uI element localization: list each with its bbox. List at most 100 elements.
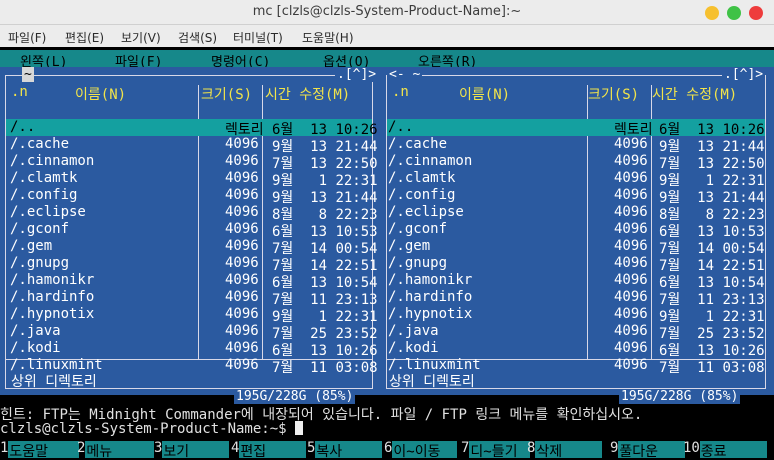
menu-help[interactable]: 도움말(H) [302, 29, 354, 46]
file-row[interactable]: /.hypnotix 4096 9월 1 22:31 [6, 306, 378, 325]
file-row[interactable]: /.cinnamon 4096 7월 13 22:50 [387, 153, 765, 172]
right-panel[interactable]: <- ~ .[^]> .n 이름(N) 크기(S) 시간 수정(M) /.. 렉토… [381, 67, 774, 404]
file-row[interactable]: /.cache 4096 9월 13 21:44 [6, 136, 378, 155]
file-name: /.. [388, 119, 414, 135]
right-disk-usage: 195G/228G (85%) [619, 389, 741, 404]
fkey-7[interactable]: 7 디~들기 [461, 440, 535, 458]
file-row[interactable]: /.. 렉토리 6월 13 10:26 [387, 119, 765, 138]
file-size: 4096 [225, 306, 259, 322]
file-row[interactable]: /.config 4096 9월 13 21:44 [387, 187, 765, 206]
shell-prompt[interactable]: clzls@clzls-System-Product-Name:~$ [0, 421, 774, 437]
file-name: /.hardinfo [10, 289, 95, 305]
file-row[interactable]: /.. 렉토리 6월 13 10:26 [6, 119, 378, 138]
left-panel-status: 상위 디렉토리 [11, 374, 97, 390]
file-name: /.hamonikr [10, 272, 95, 288]
fkey-label: 이~이동 [392, 441, 458, 458]
file-name: /.gnupg [10, 255, 70, 271]
fkey-10[interactable]: 10 종료 [683, 440, 767, 458]
file-size: 4096 [225, 170, 259, 186]
menu-search[interactable]: 검색(S) [178, 29, 217, 46]
file-row[interactable]: /.hamonikr 4096 6월 13 10:54 [6, 272, 378, 291]
file-name: /.clamtk [388, 170, 456, 186]
function-key-bar: 1 도움말 2 메뉴 3 보기 4 편집 5 복사 6 이~이동 7 디~들기 8 삭제 9 풀다운 10 종료 [0, 440, 774, 458]
file-name: /.gconf [388, 221, 448, 237]
file-row[interactable]: /.eclipse 4096 8월 8 22:23 [387, 204, 765, 223]
col-header-n[interactable]: .n [392, 84, 409, 100]
right-panel-indicator[interactable]: .[^]> [722, 67, 766, 82]
file-row[interactable]: /.gnupg 4096 7월 14 22:51 [6, 255, 378, 274]
fkey-3[interactable]: 3 보기 [154, 440, 234, 458]
text-cursor [295, 421, 304, 435]
file-row[interactable]: /.gem 4096 7월 14 00:54 [387, 238, 765, 257]
menu-terminal[interactable]: 터미널(T) [233, 29, 283, 46]
col-header-n[interactable]: .n [11, 84, 28, 100]
menu-file[interactable]: 파일(F) [8, 29, 46, 46]
file-row[interactable]: /.cache 4096 9월 13 21:44 [387, 136, 765, 155]
terminal-area[interactable]: 왼쪽(L) 파일(F) 명령어(C) 옵션(O) 오른쪽(R) ~ .[^]> … [0, 47, 774, 460]
file-row[interactable]: /.clamtk 4096 9월 1 22:31 [387, 170, 765, 189]
maximize-button[interactable] [727, 6, 741, 20]
file-name: /.eclipse [10, 204, 86, 220]
file-row[interactable]: /.cinnamon 4096 7월 13 22:50 [6, 153, 378, 172]
file-row[interactable]: /.kodi 4096 6월 13 10:26 [6, 340, 378, 359]
fkey-4[interactable]: 4 편집 [231, 440, 311, 458]
file-row[interactable]: /.eclipse 4096 8월 8 22:23 [6, 204, 378, 223]
title-bar[interactable]: mc [clzls@clzls-System-Product-Name]:~ [0, 0, 774, 25]
fkey-number: 8 [527, 440, 536, 456]
col-header-size[interactable]: 크기(S) [588, 84, 639, 104]
fkey-2[interactable]: 2 메뉴 [77, 440, 159, 458]
file-row[interactable]: /.gnupg 4096 7월 14 22:51 [387, 255, 765, 274]
close-button[interactable] [749, 6, 763, 20]
left-panel-path[interactable]: ~ [22, 67, 34, 82]
col-header-name[interactable]: 이름(N) [75, 84, 126, 104]
fkey-number: 6 [384, 440, 393, 456]
fkey-5[interactable]: 5 복사 [307, 440, 387, 458]
menu-view[interactable]: 보기(V) [121, 29, 161, 46]
file-row[interactable]: /.java 4096 7월 25 23:52 [6, 323, 378, 342]
fkey-number: 3 [154, 440, 163, 456]
col-header-time[interactable]: 시간 수정(M) [652, 84, 737, 104]
file-row[interactable]: /.hamonikr 4096 6월 13 10:54 [387, 272, 765, 291]
file-row[interactable]: /.hypnotix 4096 9월 1 22:31 [387, 306, 765, 325]
minimize-button[interactable] [705, 6, 719, 20]
file-size: 4096 [614, 340, 648, 356]
file-name: /.cache [388, 136, 448, 152]
terminal-window: mc [clzls@clzls-System-Product-Name]:~ 파… [0, 0, 774, 460]
fkey-label: 복사 [315, 441, 383, 458]
file-name: /.gnupg [388, 255, 448, 271]
file-size: 4096 [225, 238, 259, 254]
file-size: 4096 [614, 306, 648, 322]
file-row[interactable]: /.config 4096 9월 13 21:44 [6, 187, 378, 206]
file-size: 4096 [225, 187, 259, 203]
left-panel-indicator[interactable]: .[^]> [335, 67, 379, 82]
fkey-9[interactable]: 9 풀다운 [610, 440, 690, 458]
fkey-number: 2 [77, 440, 86, 456]
fkey-1[interactable]: 1 도움말 [0, 440, 84, 458]
file-size: 4096 [614, 153, 648, 169]
file-row[interactable]: /.gconf 4096 6월 13 10:53 [387, 221, 765, 240]
file-row[interactable]: /.kodi 4096 6월 13 10:26 [387, 340, 765, 359]
fkey-8[interactable]: 8 삭제 [527, 440, 607, 458]
file-size: 4096 [614, 272, 648, 288]
menu-edit[interactable]: 편집(E) [65, 29, 104, 46]
file-name: /.clamtk [10, 170, 78, 186]
file-row[interactable]: /.hardinfo 4096 7월 11 23:13 [6, 289, 378, 308]
file-row[interactable]: /.clamtk 4096 9월 1 22:31 [6, 170, 378, 189]
file-row[interactable]: /.gconf 4096 6월 13 10:53 [6, 221, 378, 240]
col-header-name[interactable]: 이름(N) [459, 84, 510, 104]
fkey-number: 5 [307, 440, 316, 456]
left-panel[interactable]: ~ .[^]> .n 이름(N) 크기(S) 시간 수정(M) /.. 렉토리 6월… [0, 67, 381, 404]
col-header-size[interactable]: 크기(S) [201, 84, 252, 104]
file-size: 4096 [614, 357, 648, 373]
col-header-time[interactable]: 시간 수정(M) [265, 84, 350, 104]
file-name: /.java [10, 323, 61, 339]
file-size: 4096 [225, 357, 259, 373]
right-panel-path[interactable]: <- ~ [387, 67, 423, 82]
file-row[interactable]: /.java 4096 7월 25 23:52 [387, 323, 765, 342]
file-row[interactable]: /.gem 4096 7월 14 00:54 [6, 238, 378, 257]
file-name: /.kodi [10, 340, 61, 356]
fkey-number: 4 [231, 440, 240, 456]
fkey-6[interactable]: 6 이~이동 [384, 440, 462, 458]
file-name: /.kodi [388, 340, 439, 356]
file-row[interactable]: /.hardinfo 4096 7월 11 23:13 [387, 289, 765, 308]
